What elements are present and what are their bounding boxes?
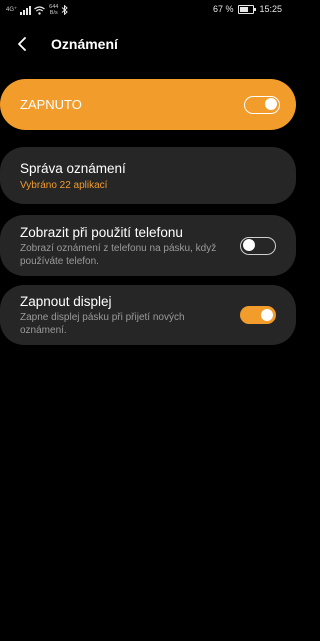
turn-on-display-row[interactable]: Zapnout displej Zapne displej pásku při … (0, 285, 296, 345)
show-while-using-phone-toggle[interactable] (240, 236, 276, 255)
manage-notifications-row[interactable]: Správa oznámení Vybráno 22 aplikací (0, 147, 296, 204)
manage-notifications-text: Správa oznámení Vybráno 22 aplikací (20, 160, 276, 192)
master-toggle-row[interactable]: ZAPNUTO (0, 79, 296, 130)
show-while-using-phone-row[interactable]: Zobrazit při použití telefonu Zobrazí oz… (0, 215, 296, 276)
battery-percent: 67 % (212, 4, 234, 14)
turn-on-display-toggle[interactable] (240, 306, 276, 324)
toggle-knob (265, 98, 277, 110)
bluetooth-icon (62, 5, 69, 15)
status-bar: 4G⁺ 644 B/s 67 % 15:25 (0, 0, 296, 20)
master-toggle-switch[interactable] (244, 95, 280, 114)
network-speed-unit: B/s (49, 10, 58, 16)
back-arrow-icon (18, 37, 26, 51)
battery-level-fill (240, 6, 249, 12)
wifi-icon (34, 5, 46, 15)
show-while-using-phone-title: Zobrazit při použití telefonu (20, 224, 183, 240)
page-title: Oznámení (51, 36, 118, 52)
back-button[interactable] (10, 32, 34, 56)
app-header: Oznámení (0, 28, 296, 62)
turn-on-display-text: Zapnout displej Zapne displej pásku při … (20, 293, 240, 337)
signal-icon (20, 5, 32, 15)
status-left: 4G⁺ 644 B/s (6, 3, 69, 17)
manage-notifications-title: Správa oznámení (20, 160, 126, 176)
network-speed: 644 B/s (49, 4, 58, 16)
toggle-knob (261, 309, 273, 321)
master-toggle-label: ZAPNUTO (20, 97, 82, 112)
show-while-using-phone-subtitle: Zobrazí oznámení z telefonu na pásku, kd… (20, 242, 217, 267)
battery-icon (238, 4, 257, 14)
clock: 15:25 (259, 4, 282, 14)
status-right: 67 % 15:25 (213, 4, 282, 14)
show-while-using-phone-text: Zobrazit při použití telefonu Zobrazí oz… (20, 224, 240, 268)
network-type-label: 4G⁺ (6, 7, 18, 13)
toggle-knob (243, 239, 255, 251)
manage-notifications-subtitle: Vybráno 22 aplikací (20, 179, 108, 191)
turn-on-display-title: Zapnout displej (20, 294, 112, 309)
turn-on-display-subtitle: Zapne displej pásku při přijetí nových o… (20, 312, 185, 336)
